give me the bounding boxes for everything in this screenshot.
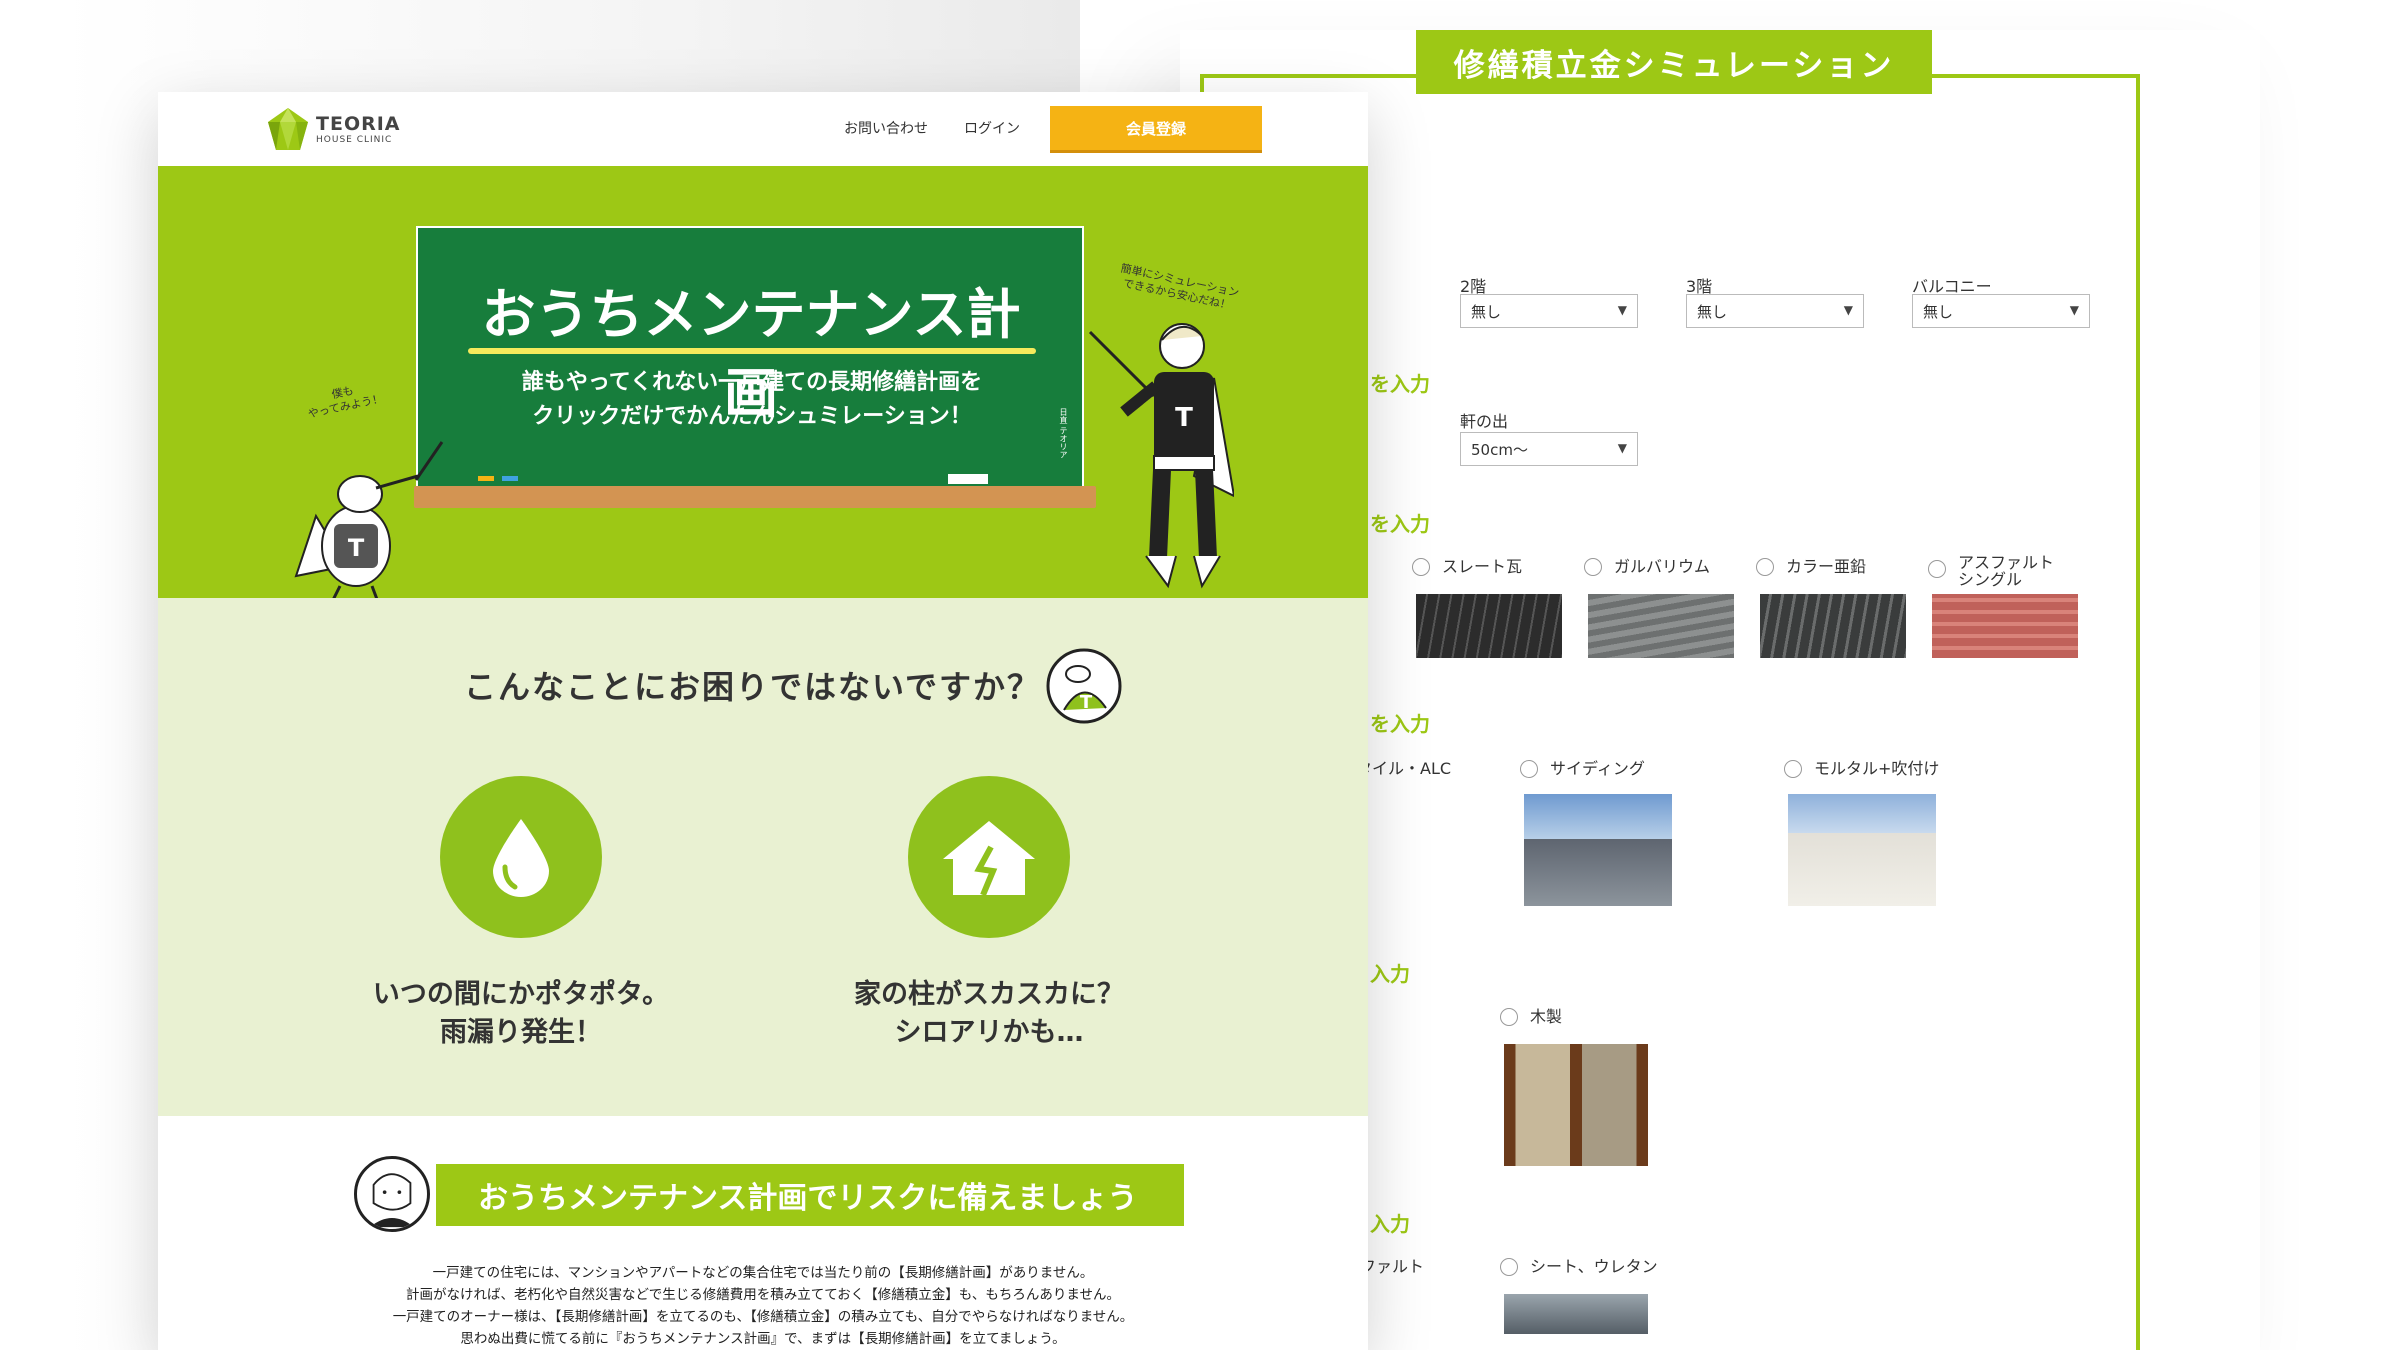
person-avatar-icon bbox=[354, 1156, 430, 1232]
trouble-caption-termite-line2: シロアリかも… bbox=[894, 1017, 1084, 1048]
anteater-mascot-icon: T bbox=[294, 441, 444, 603]
wall-option-siding[interactable]: サイディング bbox=[1520, 760, 1645, 778]
mascot-badge-icon: T bbox=[1046, 648, 1122, 724]
radio-icon bbox=[1584, 558, 1602, 576]
radio-icon bbox=[1756, 558, 1774, 576]
roof-photo-slate bbox=[1416, 594, 1562, 658]
wall-option-mortar[interactable]: モルタル+吹付け bbox=[1784, 760, 1939, 778]
svg-text:T: T bbox=[348, 534, 365, 562]
balcony-photo-sheet bbox=[1504, 1294, 1648, 1334]
intro-line-1: 一戸建ての住宅には、マンションやアパートなどの集合住宅では当たり前の【長期修繕計… bbox=[432, 1265, 1094, 1281]
section-heading-5: 入力 bbox=[1370, 1212, 1410, 1236]
site-header: TEORIA HOUSE CLINIC お問い合わせ ログイン 会員登録 bbox=[158, 92, 1368, 166]
intro-body: 一戸建ての住宅には、マンションやアパートなどの集合住宅では当たり前の【長期修繕計… bbox=[278, 1262, 1248, 1350]
wall-option-tile[interactable]: タイル・ALC bbox=[1356, 760, 1451, 777]
speech-left: 僕も やってみよう！ bbox=[306, 384, 385, 421]
section-heading-2: を入力 bbox=[1370, 512, 1430, 536]
logo-main: TEORIA bbox=[316, 113, 401, 135]
svg-text:T: T bbox=[1175, 403, 1193, 433]
hero-subtitle-line2: クリックだけでかんたんシュミレーション！ bbox=[532, 404, 972, 429]
intro-line-4: 思わぬ出費に慌てる前に『おうちメンテナンス計画』で、まずは【長期修繕計画】を立て… bbox=[460, 1331, 1066, 1347]
floor2-select[interactable]: 無し bbox=[1460, 294, 1638, 328]
water-drop-icon bbox=[493, 819, 549, 897]
hero-subtitle-line1: 誰もやってくれない一戸建ての長期修繕計画を bbox=[521, 370, 983, 395]
wall-photo-mortar bbox=[1788, 794, 1936, 906]
rain-leak-circle bbox=[440, 776, 602, 938]
logo-sub: HOUSE CLINIC bbox=[316, 135, 393, 145]
roof-option-galvalume[interactable]: ガルバリウム bbox=[1584, 558, 1710, 576]
site-logo[interactable]: TEORIA HOUSE CLINIC bbox=[266, 106, 401, 152]
intro-line-2: 計画がなければ、老朽化や自然災害などで生じる修繕費用を積み立てておく【修繕積立金… bbox=[405, 1287, 1120, 1303]
nav-contact-link[interactable]: お問い合わせ bbox=[844, 118, 928, 138]
eraser bbox=[948, 474, 988, 484]
trouble-section: こんなことにお困りではないですか？ T いつの間にかポタポタ。 雨漏り発生！ 家… bbox=[158, 598, 1368, 1116]
trouble-caption-rain-line2: 雨漏り発生！ bbox=[440, 1017, 602, 1048]
trouble-caption-rain-line1: いつの間にかポタポタ。 bbox=[372, 979, 670, 1010]
trouble-caption-termite: 家の柱がスカスカに？ シロアリかも… bbox=[779, 976, 1199, 1052]
roof-option-slate[interactable]: スレート瓦 bbox=[1412, 558, 1522, 576]
board-credit: 日直 テオリア bbox=[1059, 408, 1068, 459]
section-heading-4: 入力 bbox=[1370, 962, 1410, 986]
teoria-gem-icon bbox=[268, 108, 308, 150]
logo-text: TEORIA HOUSE CLINIC bbox=[316, 113, 401, 145]
teacher-mascot-icon: T bbox=[1088, 323, 1234, 589]
trouble-caption-rain: いつの間にかポタポタ。 雨漏り発生！ bbox=[311, 976, 731, 1052]
trouble-caption-termite-line1: 家の柱がスカスカに？ bbox=[854, 979, 1124, 1010]
simulation-title: 修繕積立金シミュレーション bbox=[1416, 30, 1932, 94]
section-heading-1: を入力 bbox=[1370, 372, 1430, 396]
floor3-select[interactable]: 無し bbox=[1686, 294, 1864, 328]
roof-photo-galvalume bbox=[1588, 594, 1734, 658]
risk-banner: おうちメンテナンス計画でリスクに備えましょう bbox=[436, 1164, 1184, 1226]
termite-circle bbox=[908, 776, 1070, 938]
chalk-blue bbox=[502, 476, 518, 481]
hero-subtitle: 誰もやってくれない一戸建ての長期修繕計画を クリックだけでかんたんシュミレーショ… bbox=[458, 366, 1046, 434]
window-option-wood[interactable]: 木製 bbox=[1500, 1008, 1562, 1026]
roof-photo-color-zinc bbox=[1760, 594, 1906, 658]
chalkboard: おうちメンテナンス計画 誰もやってくれない一戸建ての長期修繕計画を クリックだけ… bbox=[416, 226, 1084, 488]
hero-section: おうちメンテナンス計画 誰もやってくれない一戸建ての長期修繕計画を クリックだけ… bbox=[158, 166, 1368, 603]
register-button[interactable]: 会員登録 bbox=[1050, 106, 1262, 150]
chalk-ledge bbox=[414, 486, 1096, 508]
eaves-label: 軒の出 bbox=[1460, 412, 1509, 431]
broken-house-icon bbox=[943, 821, 1035, 897]
radio-icon bbox=[1500, 1008, 1518, 1026]
radio-icon bbox=[1412, 558, 1430, 576]
chalk-yellow bbox=[478, 476, 494, 481]
hero-title-underline bbox=[468, 348, 1036, 354]
roof-option-asphalt[interactable]: アスファルト シングル bbox=[1928, 554, 2054, 588]
wall-photo-siding bbox=[1524, 794, 1672, 906]
section-heading-3: を入力 bbox=[1370, 712, 1430, 736]
roof-photo-asphalt bbox=[1932, 594, 2078, 658]
window-photo-wood bbox=[1504, 1044, 1648, 1166]
eaves-select[interactable]: 50cm〜 bbox=[1460, 432, 1638, 466]
trouble-heading: こんなことにお困りではないですか？ bbox=[464, 668, 1042, 706]
balcony-option-sheet[interactable]: シート、ウレタン bbox=[1500, 1258, 1658, 1276]
balcony-option-asphalt[interactable]: ファルト bbox=[1360, 1258, 1424, 1275]
svg-text:T: T bbox=[1080, 692, 1093, 713]
radio-icon bbox=[1520, 760, 1538, 778]
landing-page: TEORIA HOUSE CLINIC お問い合わせ ログイン 会員登録 おうち… bbox=[158, 92, 1368, 1350]
radio-icon bbox=[1500, 1258, 1518, 1276]
roof-option-color-zinc[interactable]: カラー亜鉛 bbox=[1756, 558, 1866, 576]
radio-icon bbox=[1784, 760, 1802, 778]
intro-line-3: 一戸建てのオーナー様は、【長期修繕計画】を立てるのも、【修繕積立金】の積み立ても… bbox=[392, 1309, 1134, 1325]
radio-icon bbox=[1928, 560, 1946, 578]
balcony-select[interactable]: 無し bbox=[1912, 294, 2090, 328]
nav-login-link[interactable]: ログイン bbox=[964, 118, 1020, 138]
